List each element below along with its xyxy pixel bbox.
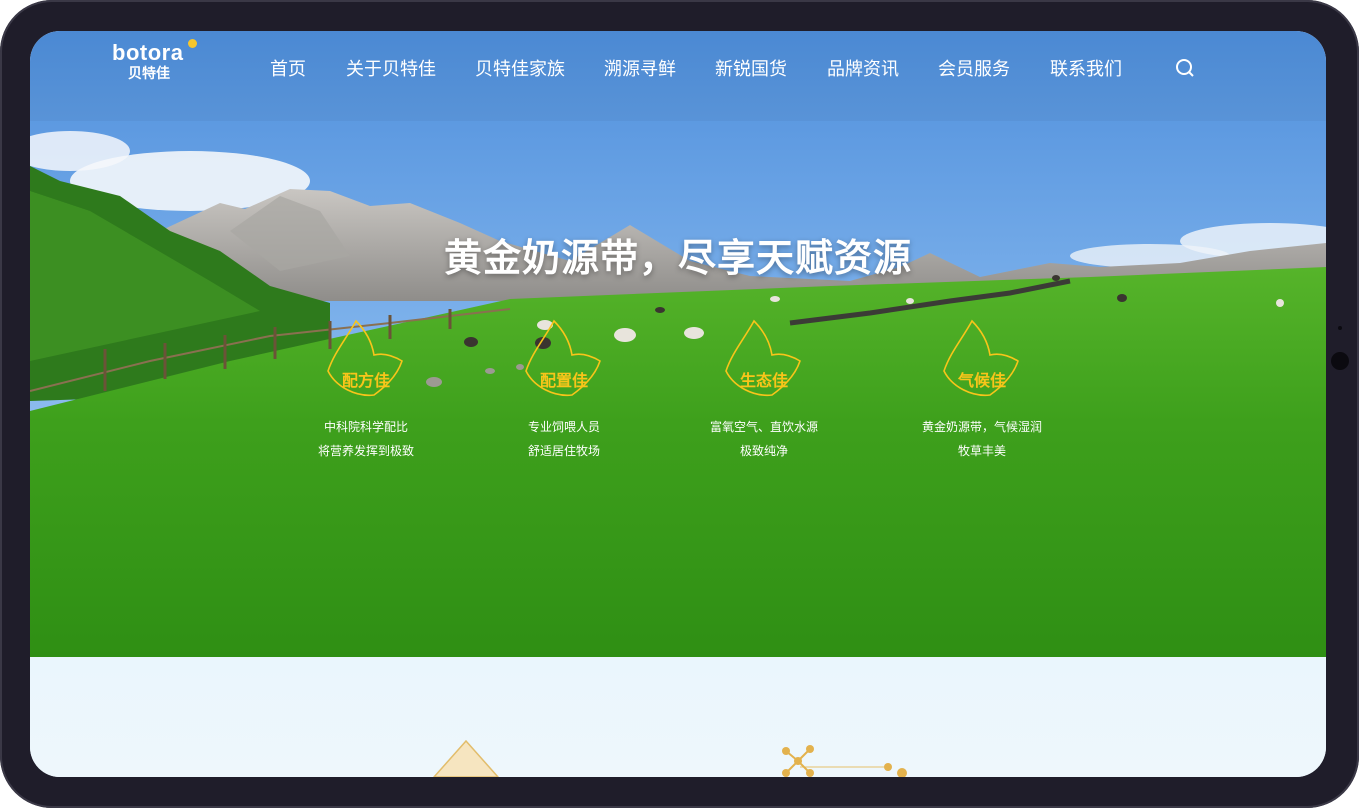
nav-item-about[interactable]: 关于贝特佳 — [346, 57, 436, 81]
nav-item-family[interactable]: 贝特佳家族 — [475, 57, 565, 81]
feature-formula: 配方佳 中科院科学配比 将营养发挥到极致 — [276, 315, 456, 463]
feature-climate: 气候佳 黄金奶源带，气候湿润 牧草丰美 — [892, 315, 1072, 463]
search-icon[interactable] — [1175, 58, 1195, 78]
nav-item-news[interactable]: 品牌资讯 — [827, 57, 899, 81]
feature-title: 配方佳 — [341, 373, 390, 390]
feature-badge: 气候佳 — [932, 315, 1032, 405]
feature-configuration: 配置佳 专业饲喂人员 舒适居住牧场 — [474, 315, 654, 463]
feature-desc-line1: 富氧空气、直饮水源 — [709, 420, 818, 434]
hero-headline: 黄金奶源带，尽享天赋资源 — [443, 238, 912, 280]
hero-banner: botora 贝特佳 首页 关于贝特佳 贝特佳家族 溯源寻鲜 新锐国货 品牌资讯… — [30, 31, 1326, 657]
feature-desc-line1: 黄金奶源带，气候湿润 — [921, 420, 1042, 434]
feature-desc-line2: 将营养发挥到极致 — [317, 444, 414, 458]
nav-item-traceability[interactable]: 溯源寻鲜 — [604, 57, 676, 81]
feature-desc-line2: 极致纯净 — [739, 444, 788, 458]
feature-badge: 生态佳 — [714, 315, 814, 405]
next-section — [30, 657, 1326, 777]
brand-name-en: botora — [112, 40, 184, 65]
feature-title: 配置佳 — [539, 373, 588, 390]
milk-drop-icon — [943, 319, 1019, 396]
feature-desc-line1: 专业饲喂人员 — [527, 420, 600, 434]
milk-drop-icon — [327, 319, 403, 396]
tablet-frame: botora 贝特佳 首页 关于贝特佳 贝特佳家族 溯源寻鲜 新锐国货 品牌资讯… — [0, 0, 1359, 808]
feature-desc-line1: 中科院科学配比 — [323, 420, 408, 434]
nav-item-domestic-brand[interactable]: 新锐国货 — [715, 57, 787, 81]
feature-title: 生态佳 — [739, 373, 788, 390]
brand-logo[interactable]: botora 贝特佳 — [112, 39, 197, 81]
nav-item-contact[interactable]: 联系我们 — [1050, 57, 1122, 81]
logo-sun-mark — [188, 39, 197, 48]
nav-item-member[interactable]: 会员服务 — [938, 57, 1010, 81]
camera — [1331, 352, 1349, 370]
feature-title: 气候佳 — [957, 373, 1006, 390]
molecule-decoration — [432, 739, 907, 777]
nav-item-home[interactable]: 首页 — [270, 57, 306, 81]
screen: botora 贝特佳 首页 关于贝特佳 贝特佳家族 溯源寻鲜 新锐国货 品牌资讯… — [30, 31, 1326, 777]
feature-ecology: 生态佳 富氧空气、直饮水源 极致纯净 — [674, 315, 854, 463]
top-nav: botora 贝特佳 首页 关于贝特佳 贝特佳家族 溯源寻鲜 新锐国货 品牌资讯… — [30, 31, 1326, 107]
feature-desc-line2: 舒适居住牧场 — [527, 444, 600, 458]
sensor-dot — [1338, 326, 1342, 330]
feature-badge: 配方佳 — [316, 315, 416, 405]
feature-desc-line2: 牧草丰美 — [957, 444, 1006, 458]
feature-badge: 配置佳 — [514, 315, 614, 405]
milk-drop-icon — [725, 319, 801, 396]
milk-drop-icon — [525, 319, 601, 396]
brand-name-cn: 贝特佳 — [128, 65, 170, 81]
